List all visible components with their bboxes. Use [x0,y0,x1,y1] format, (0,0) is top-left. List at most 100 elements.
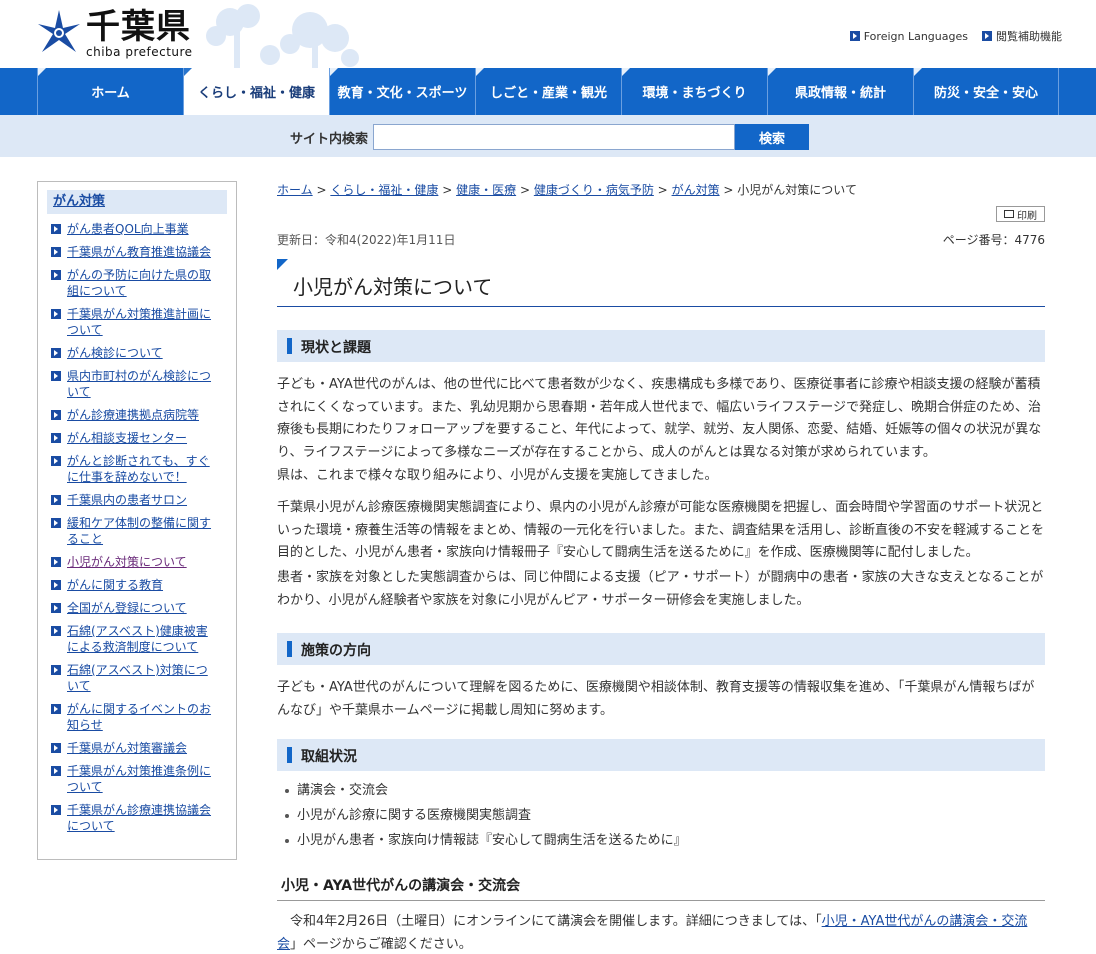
side-link[interactable]: 県内市町村のがん検診について [67,368,213,400]
section-heading-text: 取組状況 [301,749,357,765]
list-item: がんに関する教育 [51,577,227,593]
section-heading-text: 現状と課題 [301,340,371,356]
paragraph: 令和4年2月26日（土曜日）にオンラインにて講演会を開催します。詳細につきまして… [277,911,1045,954]
list-item: 小児がん患者・家族向け情報誌『安心して闘病生活を送るために』 [277,828,1045,853]
page-meta: 更新日：令和4(2022)年1月11日 ページ番号：4776 [277,231,1045,248]
site-logo[interactable]: 千葉県 chiba prefecture [36,8,193,60]
paragraph-text: 令和4年2月26日（土曜日）にオンラインにて講演会を開催します。詳細につきまして… [290,914,822,929]
side-link[interactable]: がん検診について [67,345,213,361]
breadcrumb-separator: > [723,183,734,197]
list-item: がん患者QOL向上事業 [51,221,227,237]
gnav-work-industry-tourism[interactable]: しごと・産業・観光 [475,68,621,115]
paragraph: 千葉県小児がん診療医療機関実態調査により、県内の小児がん診療が可能な医療機関を把… [277,500,1045,561]
paragraph: 県は、これまで様々な取り組みにより、小児がん支援を実施してきました。 [277,468,718,483]
list-item: 小児がん対策について [51,554,227,570]
list-item: 千葉県がん対策推進計画について [51,306,227,338]
side-link-current[interactable]: 小児がん対策について [67,554,213,570]
list-item: がんと診断されても、すぐに仕事を辞めないで！ [51,453,227,485]
side-link[interactable]: がんに関するイベントのお知らせ [67,701,213,733]
gnav-home[interactable]: ホーム [37,68,183,115]
side-link[interactable]: がん診療連携拠点病院等 [67,407,213,423]
arrow-icon [51,518,61,528]
arrow-icon [51,348,61,358]
search-button[interactable]: 検索 [735,124,809,150]
logo-kanji: 千葉県 [86,7,191,47]
arrow-icon [51,270,61,280]
chiba-emblem-icon [38,10,80,52]
breadcrumb-separator: > [316,183,327,197]
paragraph: 子ども・AYA世代のがんについて理解を図るために、医療機関や相談体制、教育支援等… [277,680,1035,718]
side-link[interactable]: 千葉県がん対策推進計画について [67,306,213,338]
side-link[interactable]: 千葉県内の患者サロン [67,492,213,508]
paragraph: 患者・家族を対象とした実態調査からは、同じ仲間による支援（ピア・サポート）が闘病… [277,570,1044,608]
arrow-icon [51,309,61,319]
list-item: 千葉県がん教育推進協議会 [51,244,227,260]
paragraph-text: 」ページからご確認ください。 [290,936,472,952]
printer-icon [1004,210,1014,218]
paragraph: 子ども・AYA世代のがんは、他の世代に比べて患者数が少なく、疾患構成も多様であり… [277,377,1042,461]
print-button[interactable]: 印刷 [996,206,1045,222]
gnav-prefecture-info[interactable]: 県政情報・統計 [767,68,913,115]
breadcrumb-separator: > [657,183,668,197]
site-header: 千葉県 chiba prefecture Foreign Languages 閲… [0,0,1096,68]
arrow-icon [51,805,61,815]
side-link[interactable]: がん患者QOL向上事業 [67,221,213,237]
gnav-life-welfare-health[interactable]: くらし・福祉・健康 [183,68,329,115]
side-link[interactable]: 千葉県がん教育推進協議会 [67,244,213,260]
side-link[interactable]: がんと診断されても、すぐに仕事を辞めないで！ [67,453,213,485]
gnav-environment-town[interactable]: 環境・まちづくり [621,68,767,115]
page-title-block: 小児がん対策について [277,259,1045,307]
gnav-education-culture-sports[interactable]: 教育・文化・スポーツ [329,68,475,115]
side-link[interactable]: 緩和ケア体制の整備に関すること [67,515,213,547]
accessibility-label: 閲覧補助機能 [996,30,1062,43]
page-title: 小児がん対策について [293,275,493,299]
arrow-icon [51,704,61,714]
breadcrumb-link[interactable]: 健康・医療 [456,183,516,197]
side-link[interactable]: 千葉県がん診療連携協議会について [67,802,213,834]
side-list: がん患者QOL向上事業 千葉県がん教育推進協議会 がんの予防に向けた県の取組につ… [47,221,227,834]
side-heading-link[interactable]: がん対策 [53,194,105,209]
side-link[interactable]: がんに関する教育 [67,577,213,593]
arrow-icon [51,456,61,466]
side-link[interactable]: 全国がん登録について [67,600,213,616]
side-link[interactable]: 千葉県がん対策審議会 [67,740,213,756]
header-utility-links: Foreign Languages 閲覧補助機能 [849,28,1062,44]
accessibility-link[interactable]: 閲覧補助機能 [982,28,1062,44]
list-item: 全国がん登録について [51,600,227,616]
list-item: がん相談支援センター [51,430,227,446]
breadcrumb: ホーム > くらし・福祉・健康 > 健康・医療 > 健康づくり・病気予防 > が… [277,181,1045,199]
side-link[interactable]: がん相談支援センター [67,430,213,446]
breadcrumb-link[interactable]: がん対策 [672,183,720,197]
arrow-icon [51,665,61,675]
global-nav: ホーム くらし・福祉・健康 教育・文化・スポーツ しごと・産業・観光 環境・まち… [0,68,1096,115]
page-number: ページ番号：4776 [942,233,1045,247]
list-item: がんの予防に向けた県の取組について [51,267,227,299]
print-label: 印刷 [1017,210,1037,222]
side-link[interactable]: 石綿(アスベスト)健康被害による救済制度について [67,623,213,655]
side-link[interactable]: がんの予防に向けた県の取組について [67,267,213,299]
side-link[interactable]: 千葉県がん対策推進条例について [67,763,213,795]
site-search-bar: サイト内検索 検索 [0,115,1096,157]
gnav-disaster-safety[interactable]: 防災・安全・安心 [913,68,1059,115]
subsection-heading-text: 小児・AYA世代がんの講演会・交流会 [281,878,521,894]
arrow-icon [51,743,61,753]
list-item: 小児がん診療に関する医療機関実態調査 [277,803,1045,828]
side-link[interactable]: 石綿(アスベスト)対策について [67,662,213,694]
breadcrumb-link[interactable]: ホーム [277,183,313,197]
list-item: がん検診について [51,345,227,361]
list-item: 講演会・交流会 [277,778,1045,803]
subsection-heading-lecture: 小児・AYA世代がんの講演会・交流会 [277,871,1045,901]
foreign-languages-link[interactable]: Foreign Languages [849,28,968,44]
updated-date: 更新日：令和4(2022)年1月11日 [277,233,456,247]
section-heading-policy-direction: 施策の方向 [277,633,1045,665]
list-item: 千葉県内の患者サロン [51,492,227,508]
arrow-icon [849,31,860,41]
section-heading-text: 施策の方向 [301,643,371,659]
arrow-icon [51,603,61,613]
list-item: がんに関するイベントのお知らせ [51,701,227,733]
breadcrumb-link[interactable]: 健康づくり・病気予防 [534,183,654,197]
main-content: ホーム > くらし・福祉・健康 > 健康・医療 > 健康づくり・病気予防 > が… [277,181,1045,952]
breadcrumb-separator: > [519,183,530,197]
breadcrumb-link[interactable]: くらし・福祉・健康 [330,183,438,197]
search-input[interactable] [373,124,735,150]
